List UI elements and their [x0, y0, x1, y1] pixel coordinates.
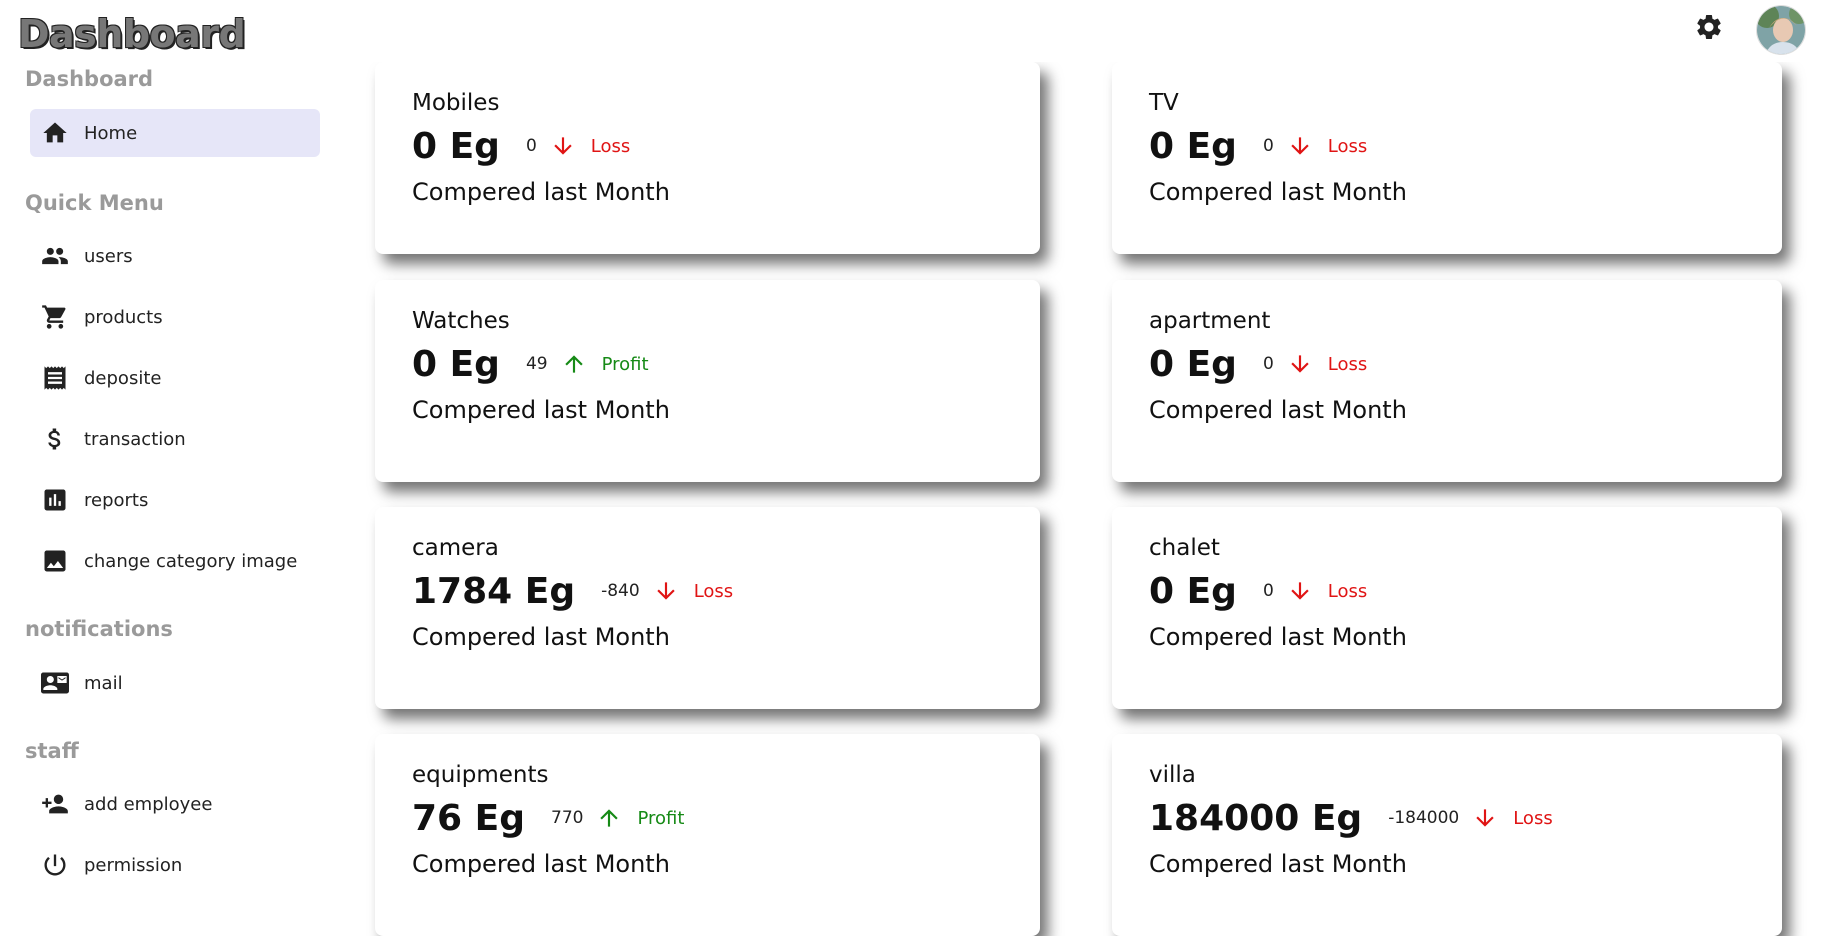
card-amount: 0 Eg: [1149, 570, 1237, 612]
card-amount: 184000 Eg: [1149, 797, 1363, 839]
card-diff: 770: [551, 808, 584, 828]
card-subtitle: Compered last Month: [1149, 623, 1407, 651]
sidebar-item-label: users: [84, 245, 133, 267]
card-title: Mobiles: [412, 90, 500, 116]
card-subtitle: Compered last Month: [1149, 850, 1407, 878]
card-equipments[interactable]: equipments 76 Eg 770 Profit Compered las…: [375, 734, 1040, 936]
section-title-dashboard: Dashboard: [25, 67, 154, 91]
card-status: Loss: [1327, 353, 1368, 375]
card-diff: -840: [601, 581, 640, 601]
card-amount: 0 Eg: [412, 343, 500, 385]
card-diff: -184000: [1388, 808, 1460, 828]
card-amount: 76 Eg: [412, 797, 525, 839]
sidebar-item-products[interactable]: products: [30, 293, 320, 341]
card-status: Loss: [1327, 135, 1368, 157]
sidebar-item-mail[interactable]: mail: [30, 659, 320, 707]
card-watches[interactable]: Watches 0 Eg 49 Profit Compered last Mon…: [375, 280, 1040, 482]
sidebar-item-reports[interactable]: reports: [30, 476, 320, 524]
shopping-cart-icon: [40, 302, 70, 332]
power-icon: [40, 850, 70, 880]
sidebar-item-transaction[interactable]: transaction: [30, 415, 320, 463]
card-diff: 0: [1262, 136, 1274, 156]
card-status: Profit: [601, 353, 649, 375]
home-icon: [40, 118, 70, 148]
sidebar-item-label: reports: [84, 489, 149, 511]
card-camera[interactable]: camera 1784 Eg -840 Loss Compered last M…: [375, 507, 1040, 709]
settings-gear-icon[interactable]: [1694, 12, 1724, 42]
card-title: camera: [412, 535, 499, 561]
sidebar-item-label: Home: [84, 122, 138, 144]
card-amount: 0 Eg: [1149, 125, 1237, 167]
arrow-down-icon: [1286, 577, 1314, 605]
card-diff: 0: [1262, 354, 1274, 374]
sidebar-item-deposite[interactable]: deposite: [30, 354, 320, 402]
card-status: Loss: [693, 580, 734, 602]
sidebar-item-label: change category image: [84, 550, 298, 572]
card-subtitle: Compered last Month: [412, 623, 670, 651]
bar-chart-icon: [40, 485, 70, 515]
card-status: Loss: [590, 135, 631, 157]
card-status: Loss: [1513, 807, 1553, 829]
card-title: Watches: [412, 308, 510, 334]
section-title-notifications: notifications: [25, 617, 173, 641]
card-title: apartment: [1149, 308, 1271, 334]
card-title: villa: [1149, 762, 1196, 788]
sidebar-item-add-employee[interactable]: add employee: [30, 780, 320, 828]
receipt-icon: [40, 363, 70, 393]
sidebar-item-home[interactable]: Home: [30, 109, 320, 157]
card-villa[interactable]: villa 184000 Eg -184000 Loss Compered la…: [1112, 734, 1782, 936]
sidebar-item-label: products: [84, 306, 163, 328]
card-subtitle: Compered last Month: [1149, 396, 1407, 424]
arrow-down-icon: [1286, 132, 1314, 160]
sidebar-item-change-category-image[interactable]: change category image: [30, 537, 320, 585]
card-subtitle: Compered last Month: [412, 178, 670, 206]
arrow-up-icon: [595, 804, 623, 832]
card-subtitle: Compered last Month: [412, 850, 670, 878]
contact-mail-icon: [40, 668, 70, 698]
card-title: chalet: [1149, 535, 1220, 561]
card-amount: 1784 Eg: [412, 570, 576, 612]
sidebar-item-users[interactable]: users: [30, 232, 320, 280]
card-title: TV: [1149, 90, 1179, 116]
arrow-down-icon: [1471, 804, 1499, 832]
sidebar-item-label: transaction: [84, 428, 186, 450]
users-icon: [40, 241, 70, 271]
arrow-down-icon: [1286, 350, 1314, 378]
card-mobiles[interactable]: Mobiles 0 Eg 0 Loss Compered last Month: [375, 62, 1040, 254]
card-title: equipments: [412, 762, 549, 788]
card-diff: 0: [1262, 581, 1274, 601]
person-add-icon: [40, 789, 70, 819]
card-diff: 49: [525, 354, 548, 374]
sidebar-item-label: mail: [84, 672, 123, 694]
card-amount: 0 Eg: [1149, 343, 1237, 385]
top-bar: Dashboard: [0, 0, 1833, 62]
image-icon: [40, 546, 70, 576]
card-subtitle: Compered last Month: [412, 396, 670, 424]
sidebar-item-label: permission: [84, 854, 183, 876]
card-subtitle: Compered last Month: [1149, 178, 1407, 206]
card-diff: 0: [525, 136, 537, 156]
main-content: Mobiles 0 Eg 0 Loss Compered last Month …: [340, 62, 1833, 936]
app-logo[interactable]: Dashboard: [18, 12, 246, 56]
arrow-up-icon: [560, 350, 588, 378]
section-title-quick-menu: Quick Menu: [25, 191, 164, 215]
arrow-down-icon: [652, 577, 680, 605]
section-title-staff: staff: [25, 739, 79, 763]
arrow-down-icon: [549, 132, 577, 160]
card-amount: 0 Eg: [412, 125, 500, 167]
user-avatar[interactable]: [1756, 5, 1806, 55]
card-apartment[interactable]: apartment 0 Eg 0 Loss Compered last Mont…: [1112, 280, 1782, 482]
sidebar: Dashboard Home Quick Menu users products…: [0, 62, 340, 928]
card-status: Profit: [637, 807, 685, 829]
sidebar-item-label: deposite: [84, 367, 162, 389]
card-status: Loss: [1327, 580, 1368, 602]
sidebar-item-label: add employee: [84, 793, 213, 815]
card-tv[interactable]: TV 0 Eg 0 Loss Compered last Month: [1112, 62, 1782, 254]
card-chalet[interactable]: chalet 0 Eg 0 Loss Compered last Month: [1112, 507, 1782, 709]
sidebar-item-permission[interactable]: permission: [30, 841, 320, 889]
dollar-icon: [40, 424, 70, 454]
